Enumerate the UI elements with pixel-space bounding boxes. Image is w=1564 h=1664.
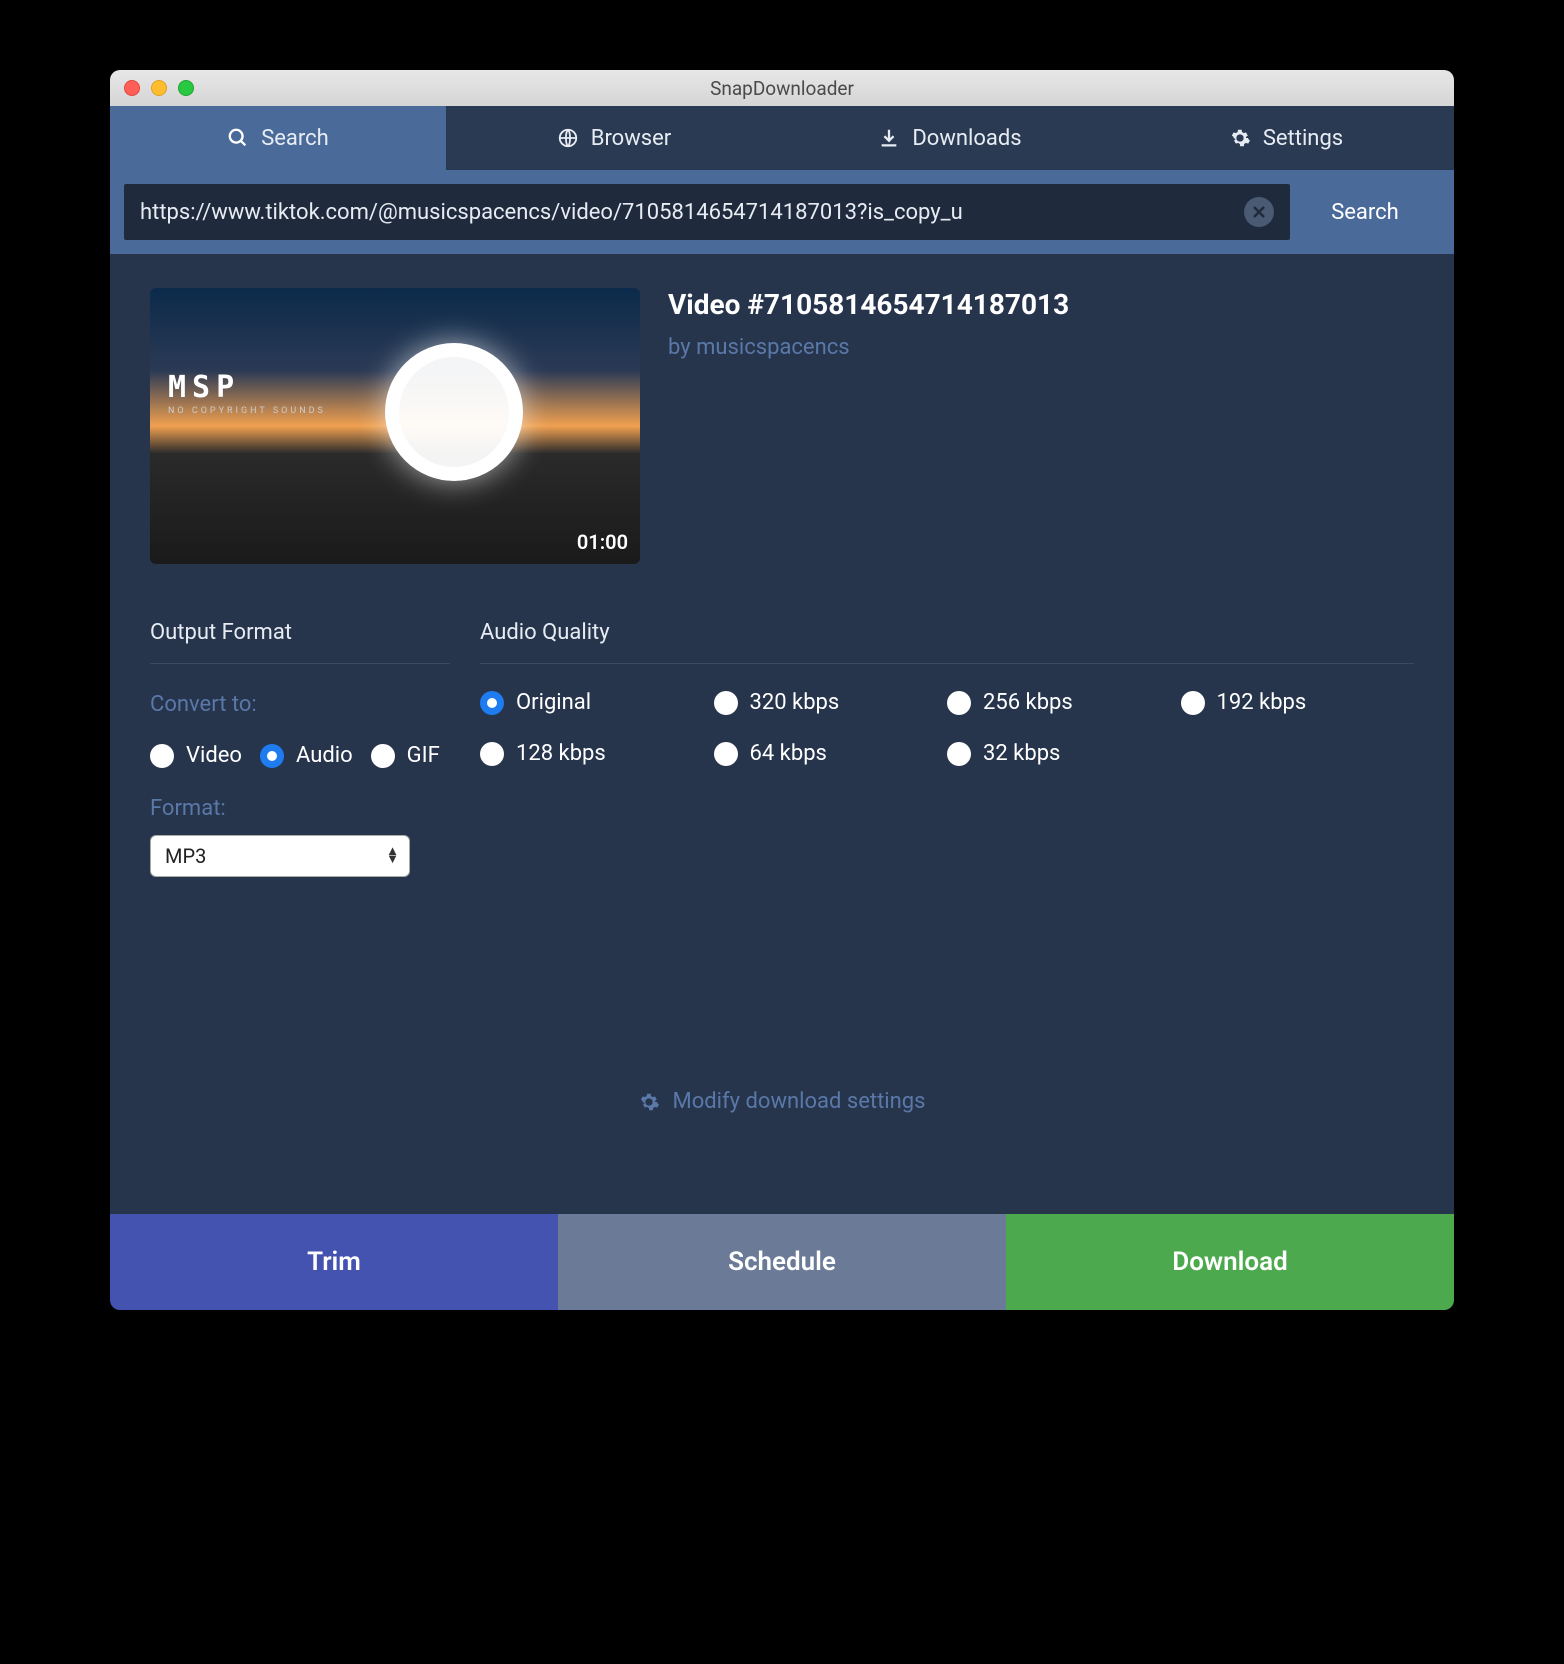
- search-bar: Search: [110, 170, 1454, 254]
- globe-icon: [557, 127, 579, 149]
- titlebar: SnapDownloader: [110, 70, 1454, 106]
- thumb-logo: MSP: [168, 370, 240, 405]
- video-info: Video #7105814654714187013 by musicspace…: [668, 288, 1069, 564]
- quality-label-4: 128 kbps: [516, 741, 606, 766]
- convert-options: Video Audio GIF: [150, 743, 450, 768]
- trim-label: Trim: [307, 1247, 361, 1277]
- main-tabs: Search Browser Downloads Settings: [110, 106, 1454, 170]
- quality-label-5: 64 kbps: [750, 741, 827, 766]
- video-duration: 01:00: [577, 530, 628, 554]
- radio-gif-label: GIF: [407, 743, 440, 768]
- tab-browser-label: Browser: [591, 126, 672, 151]
- search-button[interactable]: Search: [1290, 184, 1440, 240]
- download-icon: [878, 127, 900, 149]
- radio-video[interactable]: Video: [150, 743, 242, 768]
- quality-label-3: 192 kbps: [1217, 690, 1307, 715]
- modify-download-settings[interactable]: Modify download settings: [110, 1089, 1454, 1114]
- radio-quality-32[interactable]: 32 kbps: [947, 741, 1181, 766]
- quality-options: Original 320 kbps 256 kbps 192 kbps 128 …: [480, 690, 1414, 766]
- video-author: by musicspacencs: [668, 335, 1069, 360]
- tab-downloads[interactable]: Downloads: [782, 106, 1118, 170]
- gear-icon: [1229, 127, 1251, 149]
- trim-button[interactable]: Trim: [110, 1214, 558, 1310]
- quality-label-1: 320 kbps: [750, 690, 840, 715]
- close-icon: [1252, 205, 1266, 219]
- radio-quality-original[interactable]: Original: [480, 690, 714, 715]
- radio-quality-64[interactable]: 64 kbps: [714, 741, 948, 766]
- search-button-label: Search: [1331, 200, 1399, 225]
- radio-gif[interactable]: GIF: [371, 743, 440, 768]
- radio-audio-label: Audio: [296, 743, 353, 768]
- audio-quality-section: Audio Quality Original 320 kbps 256 kbps…: [480, 620, 1414, 877]
- tab-settings-label: Settings: [1263, 126, 1343, 151]
- download-button[interactable]: Download: [1006, 1214, 1454, 1310]
- main-content: MSP NO COPYRIGHT SOUNDS 01:00 Video #710…: [110, 254, 1454, 1214]
- options-row: Output Format Convert to: Video Audio GI…: [150, 620, 1414, 877]
- tab-search[interactable]: Search: [110, 106, 446, 170]
- schedule-label: Schedule: [728, 1247, 836, 1277]
- format-select-value: MP3: [165, 844, 206, 868]
- chevron-updown-icon: ▲▼: [386, 848, 399, 864]
- bottom-buttons: Trim Schedule Download: [110, 1214, 1454, 1310]
- clear-input-button[interactable]: [1244, 197, 1274, 227]
- convert-to-label: Convert to:: [150, 692, 450, 717]
- url-input[interactable]: [140, 200, 1244, 225]
- radio-quality-256[interactable]: 256 kbps: [947, 690, 1181, 715]
- url-input-wrap: [124, 184, 1290, 240]
- schedule-button[interactable]: Schedule: [558, 1214, 1006, 1310]
- tab-search-label: Search: [261, 126, 329, 151]
- radio-audio[interactable]: Audio: [260, 743, 353, 768]
- output-format-section: Output Format Convert to: Video Audio GI…: [150, 620, 450, 877]
- format-label: Format:: [150, 796, 450, 821]
- tab-downloads-label: Downloads: [912, 126, 1021, 151]
- audio-quality-title: Audio Quality: [480, 620, 1414, 664]
- modify-label: Modify download settings: [672, 1089, 925, 1114]
- gear-icon: [638, 1091, 660, 1113]
- thumb-sub: NO COPYRIGHT SOUNDS: [168, 406, 326, 416]
- radio-quality-192[interactable]: 192 kbps: [1181, 690, 1415, 715]
- tab-browser[interactable]: Browser: [446, 106, 782, 170]
- tab-settings[interactable]: Settings: [1118, 106, 1454, 170]
- radio-quality-128[interactable]: 128 kbps: [480, 741, 714, 766]
- quality-label-6: 32 kbps: [983, 741, 1060, 766]
- app-window: SnapDownloader Search Browser Downloads …: [110, 70, 1454, 1310]
- video-thumbnail[interactable]: MSP NO COPYRIGHT SOUNDS 01:00: [150, 288, 640, 564]
- video-title: Video #7105814654714187013: [668, 288, 1069, 321]
- radio-quality-320[interactable]: 320 kbps: [714, 690, 948, 715]
- search-icon: [227, 127, 249, 149]
- window-title: SnapDownloader: [110, 77, 1454, 100]
- quality-label-0: Original: [516, 690, 591, 715]
- download-label: Download: [1172, 1247, 1287, 1277]
- format-select[interactable]: MP3 ▲▼: [150, 835, 410, 877]
- radio-video-label: Video: [186, 743, 242, 768]
- video-row: MSP NO COPYRIGHT SOUNDS 01:00 Video #710…: [150, 288, 1414, 564]
- quality-label-2: 256 kbps: [983, 690, 1073, 715]
- output-format-title: Output Format: [150, 620, 450, 664]
